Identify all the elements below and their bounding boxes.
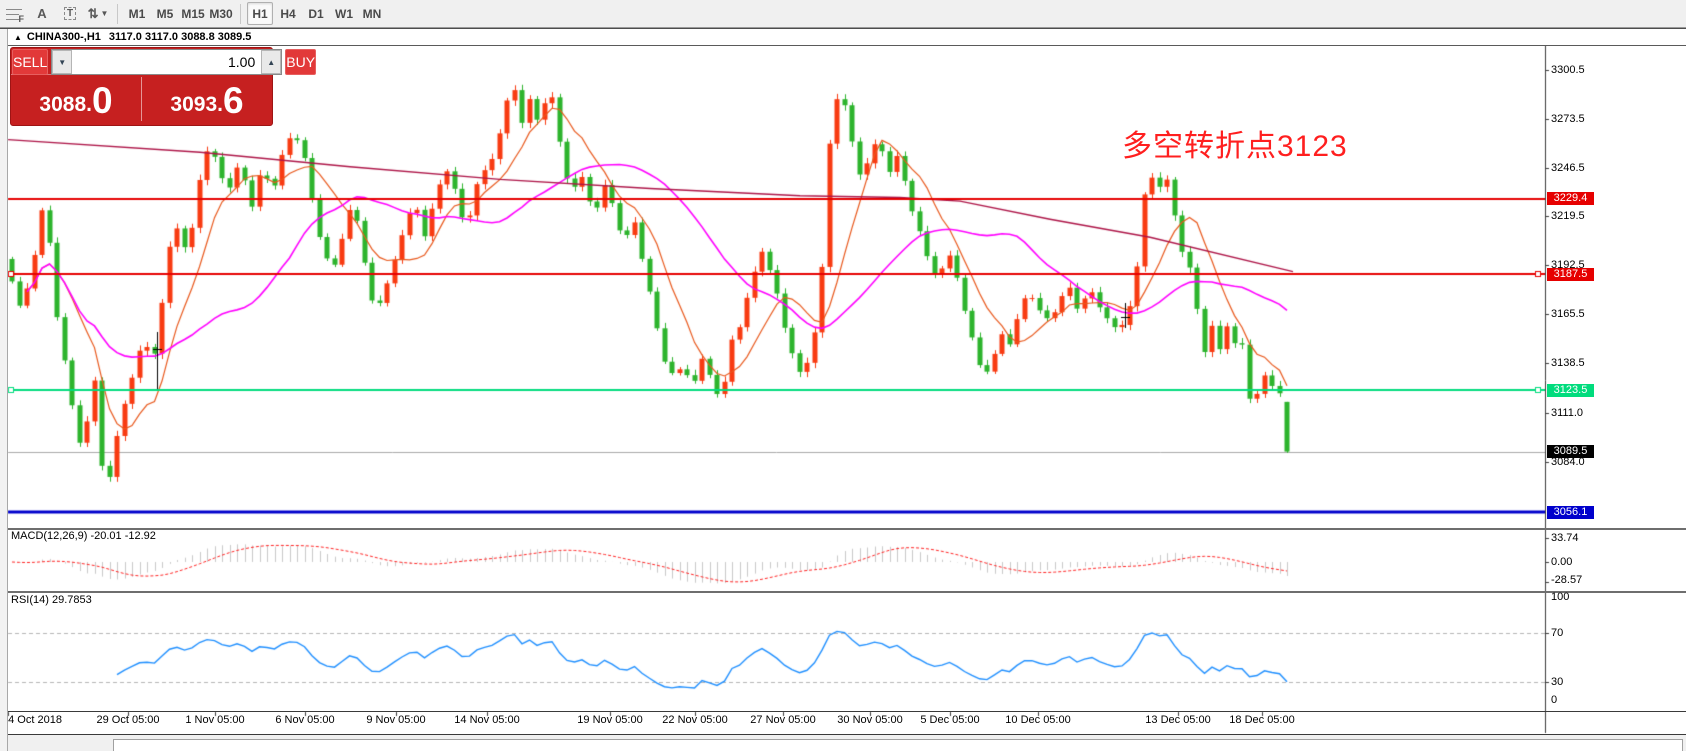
text-label-tool-button[interactable]: T [57, 2, 83, 25]
date-axis-label: 27 Nov 05:00 [750, 714, 815, 726]
rsi-indicator-label: RSI(14) 29.7853 [11, 594, 92, 606]
date-axis-label: 29 Oct 05:00 [97, 714, 160, 726]
buy-button[interactable]: BUY [285, 49, 316, 75]
price-axis-tick: 3300.5 [1551, 64, 1585, 76]
sell-price[interactable]: 3088 . 0 [11, 75, 141, 123]
sell-price-decimal: 0 [92, 84, 113, 118]
date-axis-label: 9 Nov 05:00 [366, 714, 425, 726]
arrows-icon: ⇅ [88, 6, 99, 22]
toolbar-separator [240, 4, 241, 24]
price-axis-tick: 3138.5 [1551, 357, 1585, 369]
one-click-trading-panel: SELL ▼ ▲ BUY 3088 . 0 3093 . 6 [10, 47, 273, 126]
rsi-axis-tick: 100 [1551, 591, 1569, 603]
fibonacci-lines-tool-button[interactable]: F [1, 2, 27, 25]
bottom-dock-panel [113, 739, 1683, 751]
price-axis-tick: 3111.0 [1551, 407, 1583, 419]
bottom-dock-strip [0, 734, 1686, 751]
buy-price[interactable]: 3093 . 6 [142, 75, 272, 123]
timeframe-m5-button[interactable]: M5 [152, 2, 178, 25]
pane-separator[interactable] [0, 528, 1686, 530]
macd-indicator-label: MACD(12,26,9) -20.01 -12.92 [11, 530, 156, 542]
timeframe-h1-button[interactable]: H1 [247, 2, 273, 25]
rsi-axis-tick: 0 [1551, 694, 1557, 706]
macd-axis-tick: 0.00 [1551, 556, 1572, 568]
price-axis-tick: 3246.5 [1551, 162, 1585, 174]
volume-increase-button[interactable]: ▲ [261, 50, 281, 74]
toolbar-separator [117, 4, 118, 24]
current-price-label: 3089.5 [1547, 445, 1594, 458]
level-price-label: 3056.1 [1547, 506, 1594, 519]
rsi-axis-tick: 30 [1551, 676, 1563, 688]
date-axis-label: 10 Dec 05:00 [1005, 714, 1070, 726]
date-axis-label: 22 Nov 05:00 [662, 714, 727, 726]
macd-axis-tick: -28.57 [1551, 574, 1582, 586]
level-price-label: 3187.5 [1547, 268, 1594, 281]
rsi-axis-tick: 70 [1551, 627, 1563, 639]
price-axis-tick: 3273.5 [1551, 113, 1585, 125]
date-axis-label: 5 Dec 05:00 [920, 714, 979, 726]
left-edge-strip [0, 29, 8, 751]
price-axis-tick: 3165.5 [1551, 308, 1585, 320]
date-axis-label: 19 Nov 05:00 [577, 714, 642, 726]
symbol-title: CHINA300-,H1 [27, 31, 101, 43]
sell-price-main: 3088 [39, 92, 86, 118]
timeframe-m1-button[interactable]: M1 [124, 2, 150, 25]
collapse-chart-icon[interactable]: ▲ [14, 33, 22, 42]
arrows-tool-button[interactable]: ⇅ ▼ [85, 2, 111, 25]
symbol-bar: ▲ CHINA300-,H1 3117.0 3117.0 3088.8 3089… [8, 29, 1686, 46]
chevron-down-icon: ▼ [100, 9, 108, 18]
date-axis-label: 24 Oct 2018 [2, 714, 62, 726]
volume-input[interactable] [72, 50, 261, 74]
text-label-icon: T [64, 7, 76, 20]
timeframe-h4-button[interactable]: H4 [275, 2, 301, 25]
date-axis-label: 1 Nov 05:00 [185, 714, 244, 726]
fibo-lines-icon: F [6, 7, 22, 21]
level-price-label: 3123.5 [1547, 384, 1594, 397]
chart-text-annotation[interactable]: 多空转折点3123 [1122, 121, 1348, 165]
buy-price-main: 3093 [170, 92, 217, 118]
pane-separator[interactable] [0, 591, 1686, 593]
timeframe-m30-button[interactable]: M30 [208, 2, 234, 25]
volume-decrease-button[interactable]: ▼ [52, 50, 72, 74]
text-tool-button[interactable]: A [29, 2, 55, 25]
buy-price-decimal: 6 [223, 84, 244, 118]
price-axis-tick: 3219.5 [1551, 210, 1585, 222]
timeframe-mn-button[interactable]: MN [359, 2, 385, 25]
timeframe-d1-button[interactable]: D1 [303, 2, 329, 25]
sell-button[interactable]: SELL [12, 49, 48, 75]
timeframe-m15-button[interactable]: M15 [180, 2, 206, 25]
date-axis-label: 18 Dec 05:00 [1229, 714, 1294, 726]
text-icon: A [37, 6, 46, 21]
date-axis-label: 13 Dec 05:00 [1145, 714, 1210, 726]
level-price-label: 3229.4 [1547, 192, 1594, 205]
macd-axis-tick: 33.74 [1551, 532, 1579, 544]
pane-separator [0, 711, 1686, 712]
date-axis-label: 30 Nov 05:00 [837, 714, 902, 726]
symbol-ohlc-values: 3117.0 3117.0 3088.8 3089.5 [109, 31, 252, 43]
date-axis-label: 6 Nov 05:00 [275, 714, 334, 726]
date-axis-label: 14 Nov 05:00 [454, 714, 519, 726]
timeframe-w1-button[interactable]: W1 [331, 2, 357, 25]
trading-platform: F A T ⇅ ▼ M1 M5 M15 M30 H1 H4 D1 W1 MN ▲… [0, 0, 1686, 751]
toolbar: F A T ⇅ ▼ M1 M5 M15 M30 H1 H4 D1 W1 MN [0, 0, 1686, 28]
